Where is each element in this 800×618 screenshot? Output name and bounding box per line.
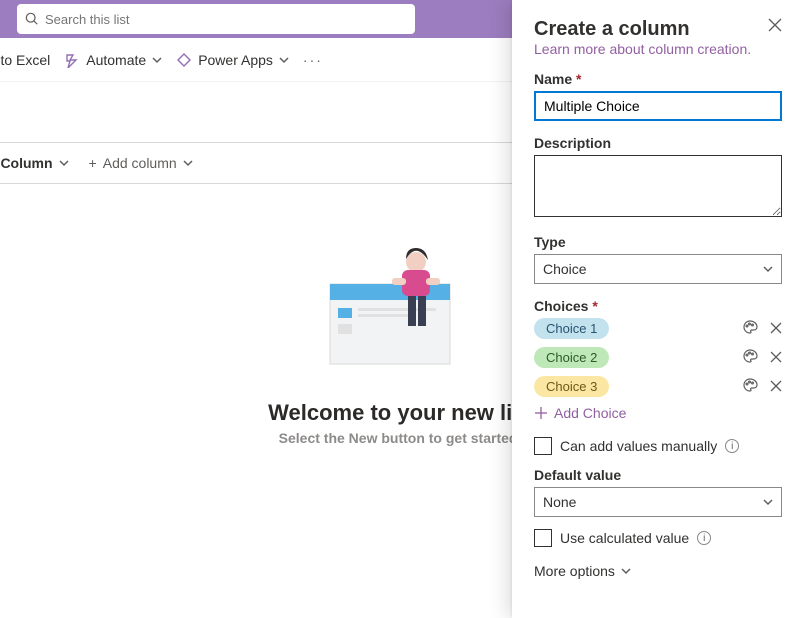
chevron-down-icon (621, 566, 631, 576)
choice-remove-button[interactable] (770, 321, 782, 337)
empty-title: Welcome to your new list (268, 400, 532, 426)
chevron-down-icon (763, 497, 773, 507)
close-icon (770, 322, 782, 334)
close-icon (770, 380, 782, 392)
chevron-down-icon (152, 55, 162, 65)
manual-values-label: Can add values manually (560, 438, 717, 454)
flow-icon (64, 52, 80, 68)
calculated-value-checkbox[interactable] (534, 529, 552, 547)
plus-icon (534, 406, 548, 420)
search-box[interactable] (17, 4, 415, 34)
calculated-value-label: Use calculated value (560, 530, 689, 546)
type-select[interactable]: Choice (534, 254, 782, 284)
add-choice-button[interactable]: Add Choice (534, 405, 782, 421)
palette-icon (742, 377, 758, 393)
description-input[interactable] (534, 155, 782, 217)
info-icon[interactable]: i (697, 531, 711, 545)
default-value-text: None (543, 494, 576, 510)
choice-remove-button[interactable] (770, 350, 782, 366)
choices-label: Choices * (534, 298, 782, 314)
info-icon[interactable]: i (725, 439, 739, 453)
choice-color-button[interactable] (742, 377, 758, 396)
chevron-down-icon (59, 158, 69, 168)
panel-title: Create a column (534, 18, 751, 41)
default-value-label: Default value (534, 467, 782, 483)
empty-subtitle: Select the New button to get started. (279, 430, 522, 446)
add-choice-label: Add Choice (554, 405, 626, 421)
palette-icon (742, 348, 758, 364)
create-column-panel: Create a column Learn more about column … (512, 0, 800, 618)
empty-illustration (320, 244, 480, 384)
chevron-down-icon (183, 158, 193, 168)
choice-chip[interactable]: Choice 1 (534, 318, 609, 339)
add-column-button[interactable]: + Add column (89, 155, 193, 171)
overflow-button[interactable]: ··· (303, 52, 323, 68)
column-header-item[interactable]: o Column (0, 155, 69, 171)
choice-row: Choice 1 (534, 318, 782, 339)
export-label: rt to Excel (0, 52, 50, 68)
more-options-label: More options (534, 563, 615, 579)
learn-more-link[interactable]: Learn more about column creation. (534, 41, 751, 57)
choice-color-button[interactable] (742, 319, 758, 338)
type-label: Type (534, 234, 782, 250)
name-label: Name * (534, 71, 782, 87)
powerapps-label: Power Apps (198, 52, 273, 68)
search-icon (25, 12, 39, 26)
choice-chip[interactable]: Choice 2 (534, 347, 609, 368)
more-options-toggle[interactable]: More options (534, 563, 782, 579)
chevron-down-icon (279, 55, 289, 65)
power-apps-button[interactable]: Power Apps (176, 52, 289, 68)
add-column-label: Add column (103, 155, 177, 171)
close-icon (770, 351, 782, 363)
manual-values-checkbox[interactable] (534, 437, 552, 455)
palette-icon (742, 319, 758, 335)
plus-icon: + (89, 155, 97, 171)
automate-label: Automate (86, 52, 146, 68)
overflow-label: ··· (303, 52, 323, 68)
close-panel-button[interactable] (768, 18, 782, 35)
choice-row: Choice 3 (534, 376, 782, 397)
chevron-down-icon (763, 264, 773, 274)
export-to-excel-button[interactable]: rt to Excel (0, 52, 50, 68)
close-icon (768, 18, 782, 32)
choice-row: Choice 2 (534, 347, 782, 368)
default-value-select[interactable]: None (534, 487, 782, 517)
choice-remove-button[interactable] (770, 379, 782, 395)
choice-chip[interactable]: Choice 3 (534, 376, 609, 397)
type-value: Choice (543, 261, 587, 277)
choice-color-button[interactable] (742, 348, 758, 367)
name-input[interactable] (534, 91, 782, 121)
column-label: o Column (0, 155, 53, 171)
description-label: Description (534, 135, 782, 151)
search-input[interactable] (39, 12, 407, 27)
powerapps-icon (176, 52, 192, 68)
automate-button[interactable]: Automate (64, 52, 162, 68)
